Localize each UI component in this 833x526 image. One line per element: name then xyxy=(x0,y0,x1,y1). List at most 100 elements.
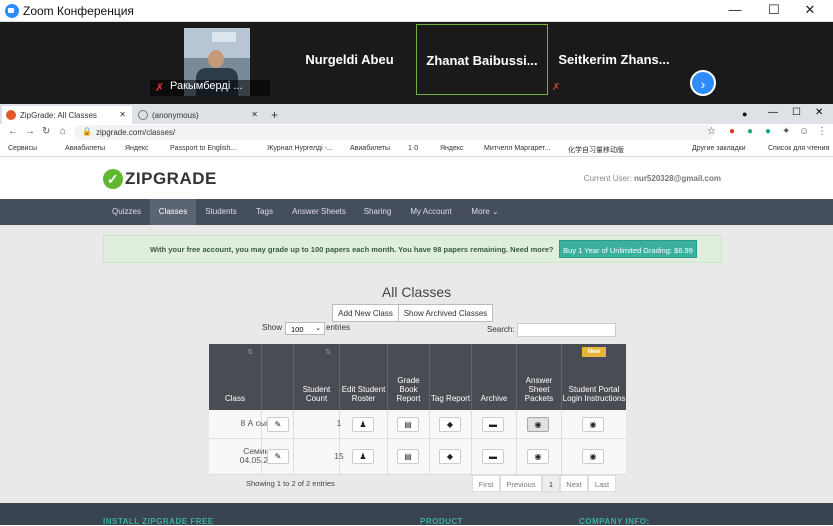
table-row: Семинар 04.05.2021 ✎ 15 ♟ ▤ ◆ ▬ ◉ ◉ xyxy=(209,439,626,475)
site-footer: INSTALL ZIPGRADE FREE PRODUCT COMPANY IN… xyxy=(0,503,833,526)
back-icon[interactable]: ← xyxy=(8,126,18,137)
sort-icon: ⇅ xyxy=(247,349,253,356)
pencil-icon[interactable]: ✎ xyxy=(267,417,289,432)
muted-mic-icon: ✗ xyxy=(552,82,561,93)
folder-icon[interactable]: ▬ xyxy=(482,417,504,432)
url-input[interactable]: 🔒 zipgrade.com/classes/ xyxy=(74,125,714,140)
class-name-cell[interactable]: Семинар 04.05.2021 xyxy=(209,439,282,475)
bookmark-item[interactable]: 1·0 xyxy=(408,145,418,152)
zipgrade-page: ✓ ZIPGRADE Current User: nur520328@gmail… xyxy=(0,157,833,526)
pencil-icon[interactable]: ✎ xyxy=(267,449,289,464)
close-icon[interactable]: ✕ xyxy=(815,107,823,118)
download-icon[interactable]: ◉ xyxy=(582,417,604,432)
tag-icon[interactable]: ◆ xyxy=(439,449,461,464)
minimize-icon[interactable]: — xyxy=(725,2,745,17)
show-archived-button[interactable]: Show Archived Classes xyxy=(398,304,493,322)
bookmark-item[interactable]: Список для чтения xyxy=(768,145,829,152)
entries-select[interactable]: 100 ⌄ xyxy=(285,322,325,335)
nav-more[interactable]: More ⌄ xyxy=(462,199,508,225)
nav-sharing[interactable]: Sharing xyxy=(355,199,400,225)
showing-info: Showing 1 to 2 of 2 entries xyxy=(246,479,335,488)
participant-name: Ракымберді ... xyxy=(170,80,243,92)
participant-tile[interactable]: Seitkerim Zhans... ✗ xyxy=(549,24,679,95)
edit-cell: ✎ xyxy=(262,439,294,475)
tab-anonymous[interactable]: (anonymous) ✕ xyxy=(134,106,264,124)
nav-classes[interactable]: Classes xyxy=(150,199,196,225)
buy-button[interactable]: Buy 1 Year of Unlimited Grading: $6.99 xyxy=(559,240,697,258)
bookmark-item[interactable]: Авиабилеты xyxy=(350,145,390,152)
page-first[interactable]: First xyxy=(472,475,500,492)
table-row: 8 А сынып ✎ 1 ♟ ▤ ◆ ▬ ◉ ◉ xyxy=(209,410,626,439)
user-icon[interactable]: ♟ xyxy=(352,417,374,432)
download-icon[interactable]: ◉ xyxy=(582,449,604,464)
bookmark-item[interactable]: 化学自习量移动版 xyxy=(568,145,624,155)
close-tab-icon[interactable]: ✕ xyxy=(251,110,258,119)
folder-icon[interactable]: ▬ xyxy=(482,449,504,464)
extension-icon[interactable]: ● xyxy=(747,126,753,137)
col-class[interactable]: ⇅ Class xyxy=(209,344,262,410)
col-label: Edit Student Roster xyxy=(341,385,386,403)
entries-select-value: 100 xyxy=(291,325,304,334)
new-tab-button[interactable]: + xyxy=(266,106,286,124)
extension-icon[interactable]: ● xyxy=(765,126,771,137)
bookmark-item[interactable]: Митчелл Маргарет... xyxy=(484,145,550,152)
participant-tile-active[interactable]: Zhanat Baibussi... xyxy=(416,24,548,95)
gradebook-icon[interactable]: ▤ xyxy=(397,449,419,464)
site-nav: Quizzes Classes Students Tags Answer She… xyxy=(0,199,833,225)
browser-tabbar: ZipGrade: All Classes ✕ (anonymous) ✕ + … xyxy=(0,104,833,124)
tab-search-icon[interactable]: ● xyxy=(742,109,747,119)
roster-cell: ♟ xyxy=(340,410,388,439)
tab-label: (anonymous) xyxy=(152,111,199,120)
reload-icon[interactable]: ↻ xyxy=(42,126,50,137)
logo-text: ZIPGRADE xyxy=(125,169,217,188)
zipgrade-logo[interactable]: ✓ ZIPGRADE xyxy=(103,169,217,191)
bookmark-item[interactable]: Авиабилеты xyxy=(65,145,105,152)
download-icon[interactable]: ◉ xyxy=(527,417,549,432)
nav-tags[interactable]: Tags xyxy=(246,199,283,225)
bookmark-item[interactable]: Сервисы xyxy=(8,145,37,152)
user-icon[interactable]: ♟ xyxy=(352,449,374,464)
entries-label: entries xyxy=(326,323,351,332)
puzzle-icon[interactable]: ✦ xyxy=(782,126,790,137)
search-input[interactable] xyxy=(517,323,616,337)
col-label: Grade Book Report xyxy=(396,376,421,403)
col-student-count[interactable]: ⇅ Student Count xyxy=(294,344,340,410)
maximize-icon[interactable]: ☐ xyxy=(764,2,784,18)
nav-answer-sheets[interactable]: Answer Sheets xyxy=(283,199,355,225)
download-icon[interactable]: ◉ xyxy=(527,449,549,464)
star-icon[interactable]: ☆ xyxy=(707,126,716,137)
tag-cell: ◆ xyxy=(430,410,472,439)
profile-icon[interactable]: ☺ xyxy=(799,126,809,137)
menu-icon[interactable]: ⋮ xyxy=(817,126,827,137)
gradebook-cell: ▤ xyxy=(388,439,430,475)
tag-icon[interactable]: ◆ xyxy=(439,417,461,432)
page-previous[interactable]: Previous xyxy=(500,475,542,492)
next-participants-button[interactable]: › xyxy=(690,70,716,96)
bookmark-item[interactable]: Passport to English... xyxy=(170,145,236,152)
gradebook-icon[interactable]: ▤ xyxy=(397,417,419,432)
minimize-icon[interactable]: — xyxy=(768,107,778,118)
page-1[interactable]: 1 xyxy=(542,475,560,492)
page-last[interactable]: Last xyxy=(588,475,616,492)
close-tab-icon[interactable]: ✕ xyxy=(119,110,126,119)
bookmark-item[interactable]: Другие закладки xyxy=(692,145,746,152)
opera-icon[interactable]: ● xyxy=(729,126,735,137)
home-icon[interactable]: ⌂ xyxy=(60,126,66,137)
page-next[interactable]: Next xyxy=(560,475,588,492)
bookmark-item[interactable]: Журнал Нургелді -... xyxy=(267,145,333,152)
nav-quizzes[interactable]: Quizzes xyxy=(103,199,150,225)
class-name-cell[interactable]: 8 А сынып xyxy=(209,410,281,439)
maximize-icon[interactable]: ☐ xyxy=(792,107,801,118)
bookmark-item[interactable]: Яндекс xyxy=(125,145,149,152)
add-new-class-button[interactable]: Add New Class xyxy=(332,304,399,322)
nav-students[interactable]: Students xyxy=(196,199,246,225)
current-user-label: Current User: xyxy=(583,174,632,183)
bookmark-item[interactable]: Яндекс xyxy=(440,145,464,152)
participant-tile[interactable]: Nurgeldi Abeu xyxy=(283,24,416,95)
nav-my-account[interactable]: My Account xyxy=(400,199,462,225)
muted-mic-icon: ✗ xyxy=(155,82,165,94)
close-icon[interactable]: ✕ xyxy=(800,2,820,18)
tab-label: ZipGrade: All Classes xyxy=(20,111,97,120)
forward-icon[interactable]: → xyxy=(25,126,35,137)
tab-zipgrade[interactable]: ZipGrade: All Classes ✕ xyxy=(2,106,132,124)
